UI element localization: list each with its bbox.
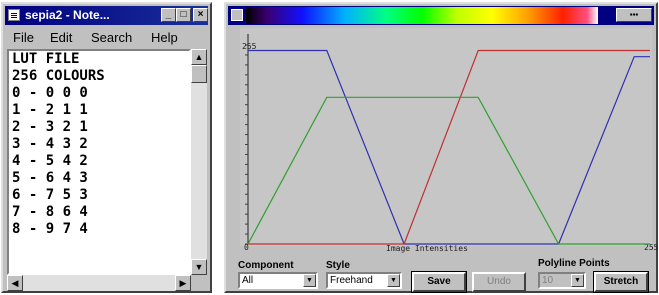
plot-area: [240, 28, 652, 246]
polyline-points-select[interactable]: 10 ▼: [538, 272, 586, 289]
vertical-scrollbar[interactable]: ▲ ▼: [191, 49, 207, 275]
notepad-title-bar[interactable]: sepia2 - Note... _ □ ×: [5, 6, 208, 25]
x-axis-label: Image Intensities: [386, 244, 468, 253]
component-label: Component: [238, 260, 294, 271]
close-button[interactable]: ×: [193, 8, 208, 22]
notepad-window: sepia2 - Note... _ □ × File Edit Search …: [1, 2, 212, 293]
chevron-down-icon[interactable]: ▼: [303, 274, 316, 287]
minimize-button[interactable]: _: [161, 8, 176, 22]
menu-help[interactable]: Help: [151, 30, 178, 45]
notepad-icon[interactable]: [8, 9, 20, 21]
component-select[interactable]: All ▼: [238, 272, 318, 289]
menu-edit[interactable]: Edit: [50, 30, 72, 45]
arrow-up-icon[interactable]: ▲: [191, 49, 207, 65]
stretch-button[interactable]: Stretch: [593, 271, 649, 293]
text-line: 256 COLOURS: [12, 68, 105, 84]
save-button[interactable]: Save: [411, 271, 467, 293]
arrow-down-icon[interactable]: ▼: [191, 259, 207, 275]
scroll-thumb[interactable]: [191, 65, 207, 83]
y-tick-label-top: 255: [242, 42, 257, 51]
horizontal-scrollbar[interactable]: ◀ ▶: [7, 275, 191, 291]
text-line: 3 - 4 3 2: [12, 136, 88, 152]
menu-bar: File Edit Search Help: [5, 27, 208, 47]
text-line: 8 - 9 7 4: [12, 221, 88, 237]
arrow-left-icon[interactable]: ◀: [7, 275, 23, 291]
window-title: sepia2 - Note...: [25, 8, 110, 22]
y-axis-ticks: [245, 44, 248, 245]
chevron-down-icon[interactable]: ▼: [571, 274, 584, 287]
text-line: LUT FILE: [12, 51, 80, 67]
arrow-right-icon[interactable]: ▶: [175, 275, 191, 291]
polyline-points-value: 10: [542, 275, 554, 286]
menu-file[interactable]: File: [13, 30, 34, 45]
chevron-down-icon[interactable]: ▼: [387, 274, 400, 287]
text-line: 2 - 3 2 1: [12, 119, 88, 135]
text-line: 6 - 7 5 3: [12, 187, 88, 203]
maximize-button[interactable]: □: [176, 8, 191, 22]
lut-curve-plot[interactable]: 255 0 255 Image Intensities: [226, 4, 658, 254]
component-value: All: [242, 275, 254, 286]
style-value: Freehand: [330, 275, 373, 286]
undo-button[interactable]: Undo: [472, 272, 526, 292]
text-line: 0 - 0 0 0: [12, 85, 88, 101]
menu-search[interactable]: Search: [91, 30, 132, 45]
text-editor[interactable]: LUT FILE 256 COLOURS 0 - 0 0 0 1 - 2 1 1…: [7, 49, 191, 275]
polyline-points-label: Polyline Points: [538, 258, 610, 269]
text-line: 1 - 2 1 1: [12, 102, 88, 118]
text-line: 4 - 5 4 2: [12, 153, 88, 169]
text-line: 5 - 6 4 3: [12, 170, 88, 186]
style-label: Style: [326, 260, 350, 271]
style-select[interactable]: Freehand ▼: [326, 272, 402, 289]
lut-editor-window: ▪▪▪ 255 0 255 Image Intensities Componen…: [224, 2, 658, 293]
text-line: 7 - 8 6 4: [12, 204, 88, 220]
